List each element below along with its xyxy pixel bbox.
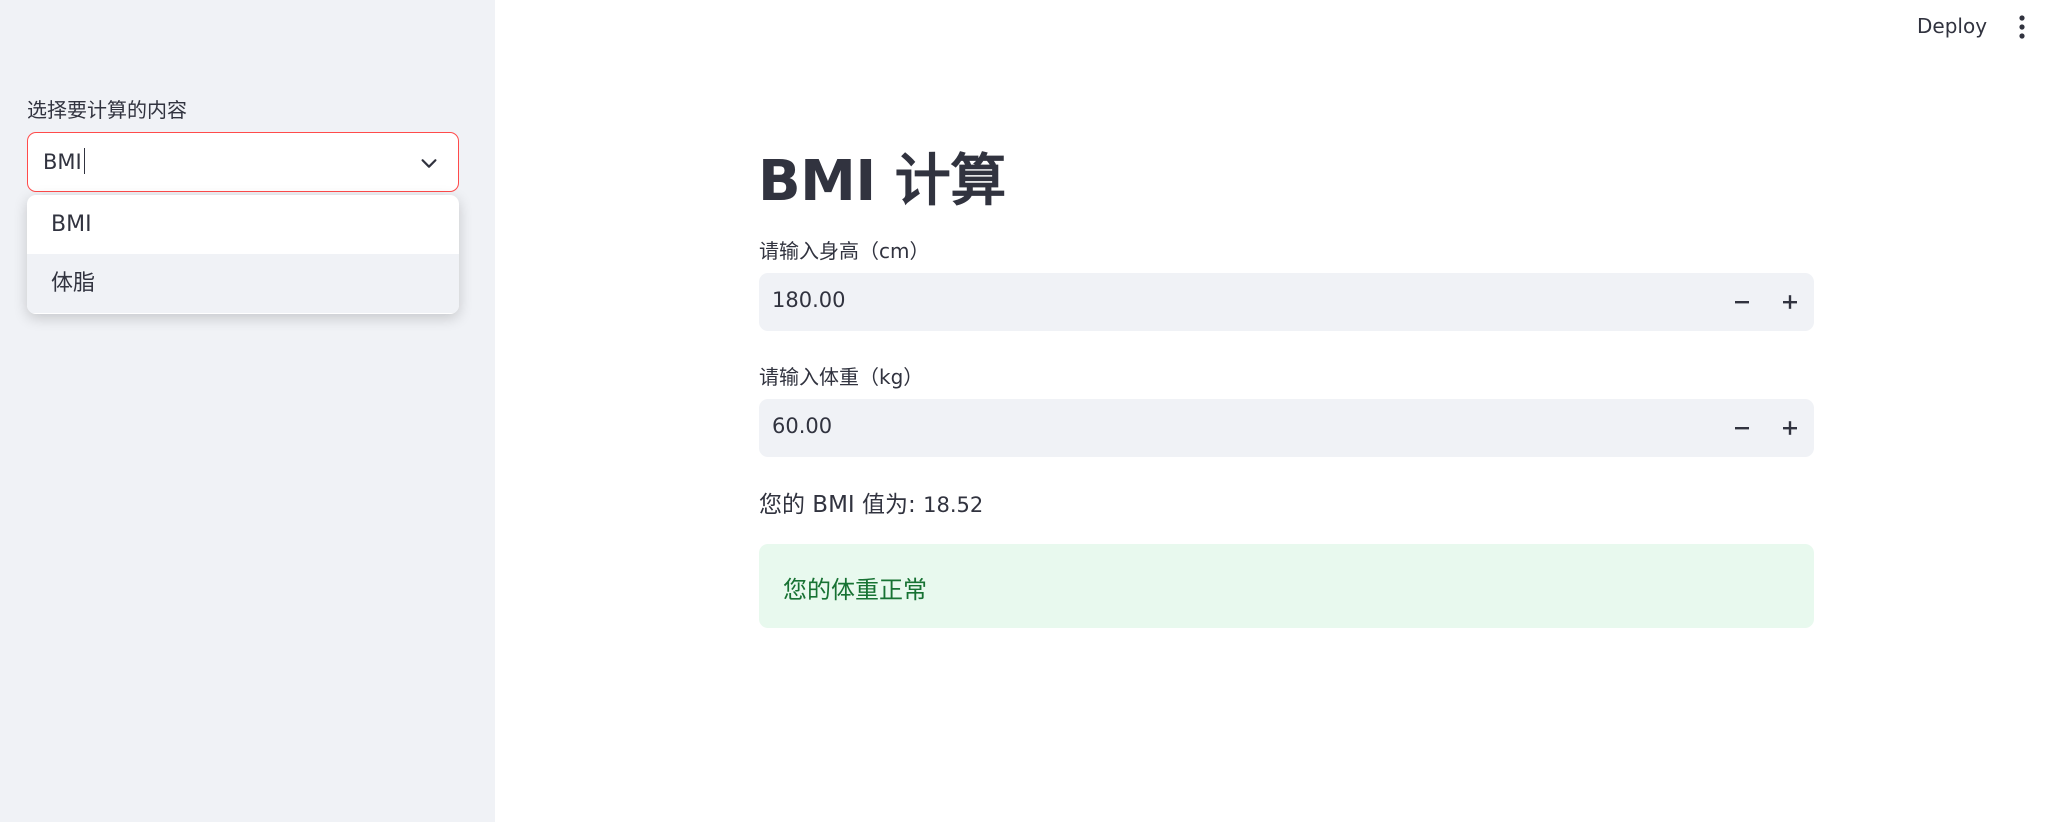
weight-value[interactable]: 60.00	[772, 414, 832, 438]
plus-icon	[1783, 295, 1797, 309]
status-message: 您的体重正常	[783, 576, 927, 604]
dropdown-option-bmi[interactable]: BMI	[27, 195, 459, 254]
height-value[interactable]: 180.00	[772, 288, 845, 312]
plus-icon	[1783, 421, 1797, 435]
chevron-down-icon[interactable]	[418, 152, 440, 174]
select-current-value[interactable]: BMI	[43, 148, 86, 174]
weight-label: 请输入体重（kg）	[759, 365, 924, 389]
bmi-result-prefix: 您的 BMI 值为:	[759, 492, 916, 518]
dropdown-option-body-fat[interactable]: 体脂	[27, 254, 459, 313]
weight-decrement-button[interactable]	[1718, 399, 1766, 457]
select-current-text: BMI	[43, 150, 82, 174]
bmi-result: 您的 BMI 值为: 18.52	[759, 485, 983, 519]
calculation-select[interactable]: BMI	[27, 132, 459, 192]
text-caret	[83, 148, 86, 174]
select-label: 选择要计算的内容	[27, 98, 187, 122]
success-alert: 您的体重正常	[759, 544, 1814, 628]
kebab-menu-icon[interactable]	[2014, 14, 2030, 40]
sidebar: 选择要计算的内容 BMI BMI 体脂	[0, 0, 495, 822]
deploy-button[interactable]: Deploy	[1917, 14, 1987, 38]
height-input[interactable]: 180.00	[759, 273, 1814, 331]
bmi-result-value: 18.52	[923, 493, 984, 517]
height-label: 请输入身高（cm）	[759, 239, 930, 263]
weight-input[interactable]: 60.00	[759, 399, 1814, 457]
height-increment-button[interactable]	[1766, 273, 1814, 331]
page-title: BMI 计算	[758, 149, 1006, 214]
minus-icon	[1735, 427, 1749, 430]
select-dropdown-menu: BMI 体脂	[27, 195, 459, 314]
height-decrement-button[interactable]	[1718, 273, 1766, 331]
minus-icon	[1735, 301, 1749, 304]
weight-increment-button[interactable]	[1766, 399, 1814, 457]
